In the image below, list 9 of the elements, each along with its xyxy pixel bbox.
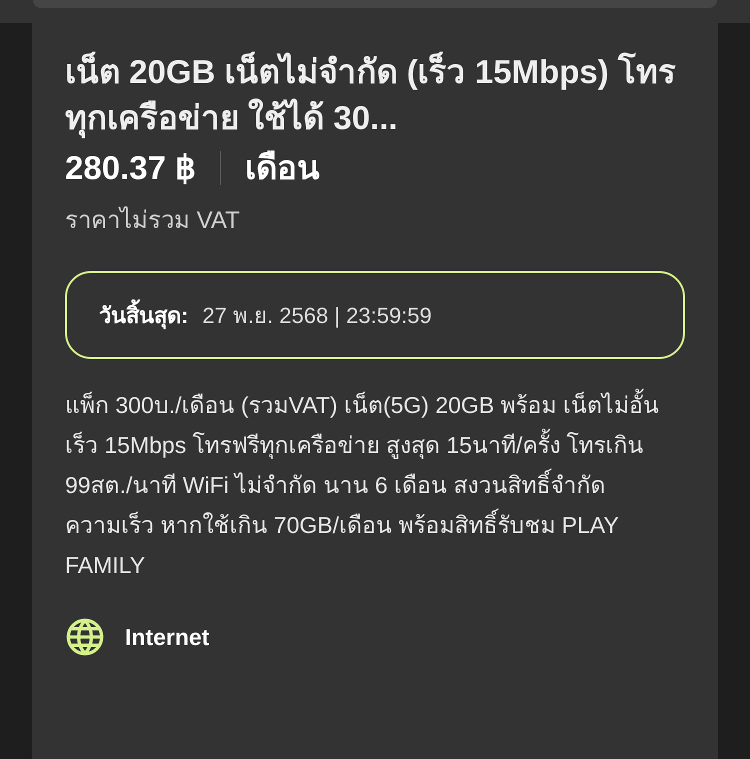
feature-label: Internet bbox=[125, 622, 210, 652]
package-description: แพ็ก 300บ./เดือน (รวมVAT) เน็ต(5G) 20GB พร้อม เน็ตไม่อั้นเร็ว 15Mbps โทรฟรีทุกเครือข่าย สูงสุด 15นาที/ครั้ง โทรเกิน 99สต./นาที WiFi ไม่จำกัด นาน 6 เดือน สงวนสิทธิ์จำกัดความเร็ว หากใช้เกิน 70GB/เดือน พร้อมสิทธิ์รับชม PLAY FAMILY bbox=[65, 385, 675, 585]
vat-note: ราคาไม่รวม VAT bbox=[65, 205, 241, 236]
price: 280.37 ฿ bbox=[65, 148, 196, 188]
package-title: เน็ต 20GB เน็ตไม่จำกัด (เร็ว 15Mbps) โทรทุกเครือข่าย ใช้ได้ 30... bbox=[65, 49, 685, 141]
expiry-label: วันสิ้นสุด: bbox=[99, 298, 188, 332]
expiry-date: 27 พ.ย. 2568 | 23:59:59 bbox=[202, 302, 432, 330]
price-period: เดือน bbox=[245, 148, 320, 188]
globe-icon bbox=[65, 617, 105, 657]
